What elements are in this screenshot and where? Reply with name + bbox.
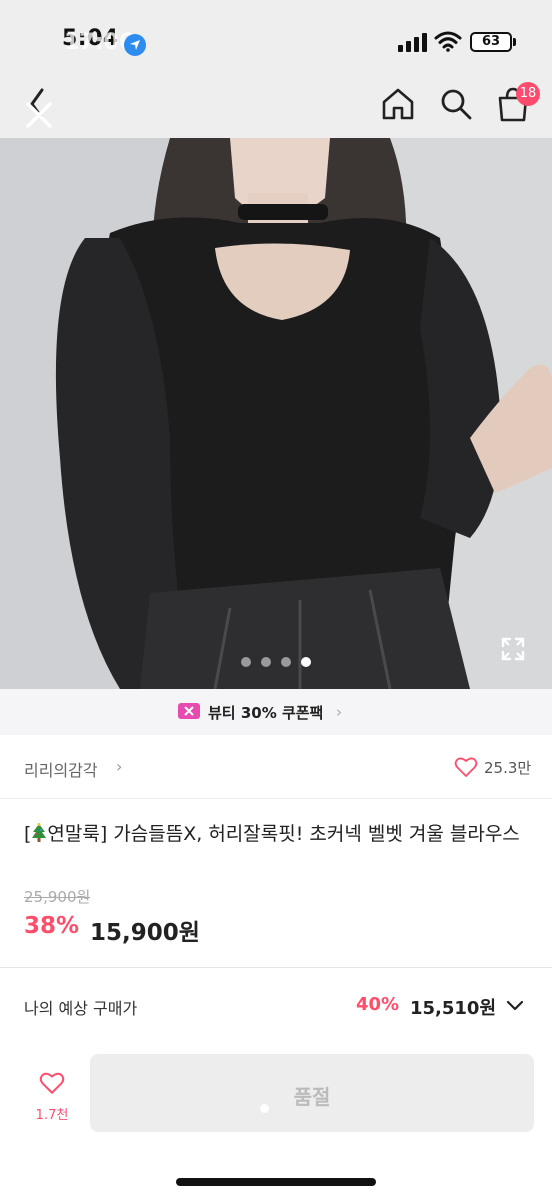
coupon-banner[interactable]: 뷰티 30% 쿠폰팩 ›: [0, 689, 552, 735]
title-text: 연말룩] 가슴들뜸X, 허리잘록핏! 초커넥 벨벳 겨울 블라우스: [47, 823, 520, 845]
battery-tip: [513, 38, 516, 46]
home-indicator[interactable]: [176, 1178, 376, 1186]
signal-icon: [398, 33, 427, 52]
battery-icon: 63: [470, 32, 512, 52]
seller-like-count: 25.3만: [484, 759, 532, 777]
coupon-icon: [178, 703, 200, 719]
gallery-dot[interactable]: [281, 657, 291, 667]
wifi-icon: [434, 31, 462, 52]
close-icon[interactable]: [24, 100, 54, 130]
status-bar: 5:04 17:06 63: [0, 0, 552, 70]
divider: [0, 967, 552, 968]
battery-level: 63: [481, 34, 501, 49]
heart-icon[interactable]: [454, 755, 478, 779]
discount-rate: 38%: [24, 913, 80, 939]
soldout-button[interactable]: 품절: [90, 1054, 534, 1132]
location-arrow-icon: [124, 34, 146, 56]
title-bracket: [: [24, 823, 32, 845]
expected-price-label: 나의 예상 구매가: [24, 999, 138, 1018]
search-icon[interactable]: [438, 86, 474, 122]
original-price: 25,900원: [24, 888, 91, 906]
soldout-label: 품절: [293, 1085, 331, 1109]
product-photo: [0, 138, 552, 689]
sale-price: 15,900원: [90, 920, 200, 946]
product-title: [ 연말룩] 가슴들뜸X, 허리잘록핏! 초커넥 벨벳 겨울 블라우스: [24, 820, 534, 848]
product-image-gallery[interactable]: [0, 138, 552, 689]
christmas-tree-icon: [32, 823, 47, 842]
seller-name-link[interactable]: 리리의감각: [24, 757, 98, 781]
wishlist-count: 1.7천: [35, 1108, 69, 1123]
chevron-right-icon: ›: [116, 757, 123, 776]
top-nav: [0, 70, 552, 138]
indicator-dot: [260, 1104, 269, 1113]
home-icon[interactable]: [380, 86, 416, 122]
chevron-down-icon[interactable]: [504, 994, 526, 1016]
gallery-dot[interactable]: [261, 657, 271, 667]
coupon-label: 뷰티 30% 쿠폰팩: [208, 704, 324, 722]
gallery-pagination: [0, 652, 552, 671]
heart-icon: [39, 1072, 65, 1094]
gallery-dot-active[interactable]: [301, 657, 311, 667]
expected-price: 15,510원: [410, 998, 497, 1019]
seller-row: 리리의감각 › 25.3만: [0, 735, 552, 799]
gallery-dot[interactable]: [241, 657, 251, 667]
expand-icon[interactable]: [500, 636, 526, 662]
wishlist-button[interactable]: 1.7천: [30, 1068, 74, 1128]
expected-discount: 40%: [356, 994, 400, 1015]
chevron-right-icon: ›: [336, 703, 342, 721]
cart-badge: 18: [516, 82, 540, 106]
